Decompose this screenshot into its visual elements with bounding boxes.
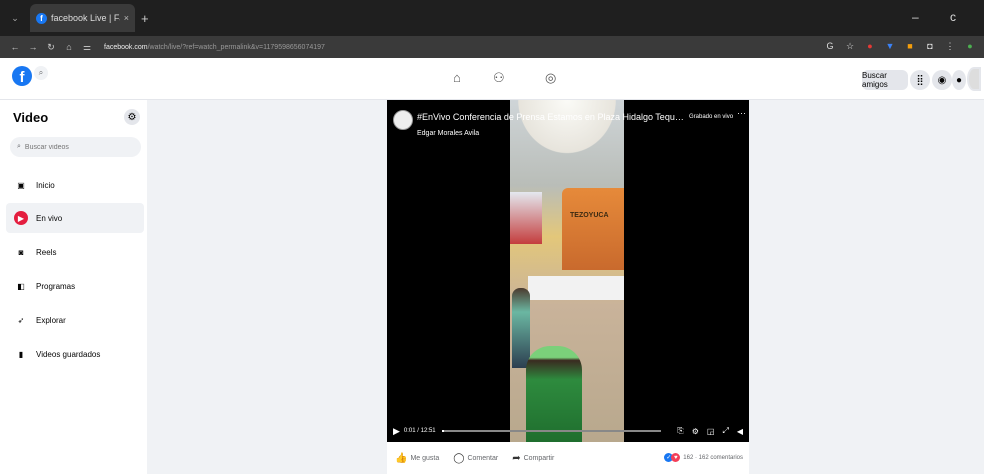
- notifications-bell-icon[interactable]: ●: [952, 70, 966, 90]
- sidebar-item-explorar[interactable]: ➶ Explorar: [6, 305, 144, 335]
- url-field[interactable]: facebook.com/watch/live/?ref=watch_perma…: [104, 44, 325, 51]
- bookmark-star-icon[interactable]: ☆: [844, 40, 856, 52]
- site-info-icon[interactable]: ⚌: [80, 42, 94, 53]
- progress-bar[interactable]: [441, 430, 662, 432]
- facebook-search-icon[interactable]: ⌕: [34, 66, 48, 80]
- sidebar-item-inicio[interactable]: ▣ Inicio: [6, 170, 144, 200]
- account-avatar[interactable]: [967, 67, 981, 91]
- video-banner-text: TEZOYUCA: [570, 212, 609, 219]
- sidebar-item-label: Videos guardados: [36, 349, 101, 359]
- facebook-logo-icon[interactable]: f: [12, 66, 32, 86]
- sidebar-item-programas[interactable]: ◧ Programas: [6, 271, 144, 301]
- tab-title: facebook Live | Facebook: [51, 13, 120, 23]
- extension-red-icon[interactable]: ●: [864, 40, 876, 52]
- progress-fill: [441, 430, 444, 432]
- url-host: facebook.com: [104, 43, 148, 51]
- fullscreen-icon[interactable]: ⤢: [722, 426, 728, 436]
- facebook-favicon-icon: f: [36, 12, 47, 24]
- sidebar-item-videos-guardados[interactable]: ▮ Videos guardados: [6, 339, 144, 369]
- browser-tab-bar: ⌄ f facebook Live | Facebook × + – c: [0, 0, 984, 36]
- thumbs-up-icon: 👍: [395, 452, 408, 464]
- forward-icon[interactable]: →: [26, 42, 40, 52]
- sidebar-item-label: Inicio: [36, 180, 55, 190]
- extensions-puzzle-icon[interactable]: ◘: [924, 40, 936, 52]
- comment-button[interactable]: ◯ Comentar: [453, 453, 498, 464]
- profile-avatar-icon[interactable]: ●: [964, 40, 976, 52]
- like-button[interactable]: 👍 Me gusta: [395, 453, 439, 464]
- video-title[interactable]: #EnVivo Conferencia de Prensa Estamos en…: [417, 112, 685, 122]
- menu-icon[interactable]: ⋮: [944, 40, 956, 52]
- captions-icon[interactable]: ⎘: [677, 426, 683, 436]
- translate-icon[interactable]: G: [824, 40, 836, 52]
- sidebar-item-label: Reels: [36, 247, 57, 257]
- sidebar-item-label: En vivo: [36, 213, 63, 223]
- saved-icon: ▮: [18, 349, 24, 359]
- sidebar-item-en-vivo[interactable]: ▶ En vivo: [6, 203, 144, 233]
- share-icon: ➦: [512, 452, 521, 464]
- video-banner: [562, 188, 624, 270]
- video-sidebar: Video ⚙ ⌕ ▣ Inicio ▶ En vivo ◙ Reels ◧ P…: [0, 100, 147, 474]
- browser-tab[interactable]: f facebook Live | Facebook ×: [30, 4, 135, 32]
- recorded-live-badge: Grabado en vivo: [689, 114, 734, 120]
- video-player[interactable]: TEZOYUCA #EnVivo Conferencia de Prensa E…: [387, 100, 749, 442]
- sidebar-item-reels[interactable]: ◙ Reels: [6, 237, 144, 267]
- nav-gaming-icon[interactable]: ◎: [545, 70, 556, 86]
- video-frame: TEZOYUCA: [510, 100, 624, 442]
- search-icon: ⌕: [17, 143, 21, 150]
- video-table: [528, 276, 624, 300]
- settings-gear-icon[interactable]: ⚙: [124, 109, 140, 125]
- home-icon[interactable]: ⌂: [62, 42, 76, 52]
- more-options-icon[interactable]: ···: [737, 108, 746, 118]
- address-bar: ← → ↻ ⌂ ⚌ facebook.com/watch/live/?ref=w…: [0, 36, 984, 58]
- sidebar-title: Video: [13, 110, 49, 125]
- author-avatar[interactable]: [393, 110, 413, 130]
- video-poster: [510, 192, 542, 244]
- window-controls[interactable]: – c: [912, 10, 970, 24]
- url-path: /watch/live/?ref=watch_permalink&v=11795…: [147, 43, 325, 51]
- back-icon[interactable]: ←: [8, 42, 22, 52]
- menu-grid-icon[interactable]: ⣿: [910, 70, 930, 90]
- extension-orange-icon[interactable]: ■: [904, 40, 916, 52]
- live-icon: ▶: [14, 211, 28, 225]
- love-reaction-icon: ♥: [671, 453, 681, 462]
- share-label: Compartir: [523, 454, 555, 462]
- video-search-box[interactable]: ⌕: [10, 137, 141, 157]
- video-search-input[interactable]: [24, 143, 125, 151]
- share-button[interactable]: ➦ Compartir: [512, 453, 554, 464]
- reload-icon[interactable]: ↻: [44, 42, 58, 53]
- explore-icon: ➶: [17, 315, 25, 325]
- miniplayer-icon[interactable]: ◲: [707, 427, 715, 436]
- reactions-count: 162 · 162 comentarios: [683, 454, 743, 461]
- like-label: Me gusta: [410, 454, 440, 462]
- nav-home-icon[interactable]: ⌂: [453, 70, 461, 85]
- reactions-summary[interactable]: ✓ ♥ 162 · 162 comentarios: [664, 453, 743, 462]
- extensions-area: G ☆ ● ▼ ■ ◘ ⋮ ●: [824, 40, 976, 52]
- comment-label: Comentar: [467, 454, 499, 462]
- time-display: 0:01 / 12:51: [403, 428, 436, 434]
- tab-search-icon[interactable]: ⌄: [6, 9, 24, 27]
- play-icon[interactable]: ▶: [393, 426, 400, 437]
- video-action-bar: 👍 Me gusta ◯ Comentar ➦ Compartir ✓ ♥ 162 ·…: [387, 442, 749, 474]
- sidebar-item-label: Explorar: [36, 315, 66, 325]
- tab-close-icon[interactable]: ×: [124, 13, 129, 23]
- video-tent: [510, 100, 624, 162]
- messenger-icon[interactable]: ◉: [932, 70, 952, 90]
- nav-groups-icon[interactable]: ⚇: [493, 70, 505, 86]
- volume-icon[interactable]: ◀: [737, 427, 743, 436]
- video-person: [512, 288, 530, 368]
- sidebar-item-label: Programas: [36, 281, 76, 291]
- player-controls: ▶ 0:01 / 12:51 ⎘ ⚙ ◲ ⤢ ◀: [387, 420, 749, 442]
- find-friends-button[interactable]: Buscar amigos: [862, 70, 908, 90]
- facebook-header: f ⌕ ⌂ ⚇ ◎ Buscar amigos ⣿ ◉ ●: [0, 58, 984, 100]
- extension-shield-icon[interactable]: ▼: [884, 40, 896, 52]
- author-name[interactable]: Edgar Morales Avila: [417, 130, 479, 137]
- home-video-icon: ▣: [17, 180, 25, 190]
- player-settings-icon[interactable]: ⚙: [692, 427, 699, 436]
- new-tab-button[interactable]: +: [141, 11, 149, 26]
- shows-icon: ◧: [17, 281, 25, 291]
- reels-icon: ◙: [18, 247, 24, 257]
- comment-icon: ◯: [453, 452, 465, 464]
